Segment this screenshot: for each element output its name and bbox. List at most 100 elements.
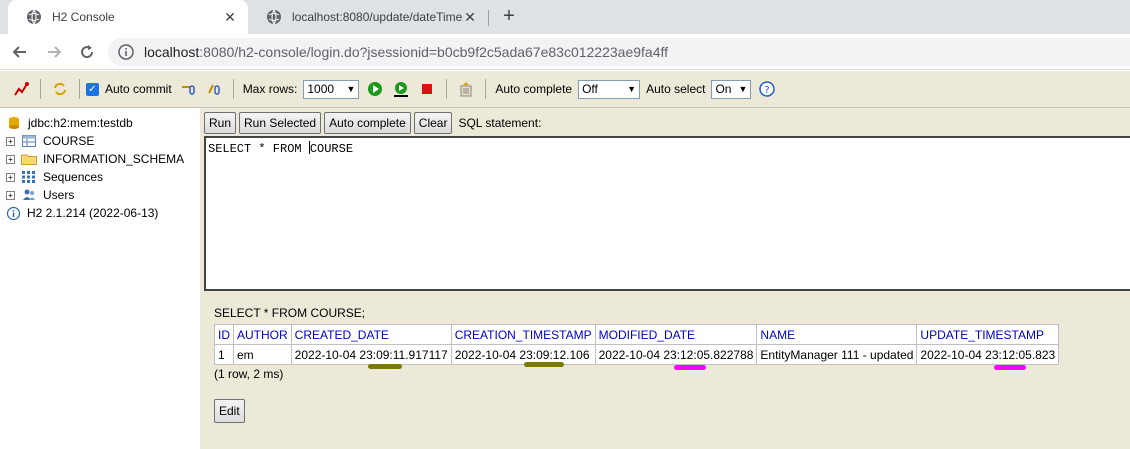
url-host: localhost [144, 44, 200, 60]
rollback-icon[interactable] [179, 80, 197, 98]
url-field[interactable]: localhost:8080/h2-console/login.do?jsess… [108, 38, 1130, 66]
commit-icon[interactable] [205, 80, 223, 98]
run-button[interactable]: Run [204, 112, 237, 134]
tree-version: H2 2.1.214 (2022-06-13) [6, 204, 194, 222]
help-icon[interactable]: ? [758, 80, 776, 98]
site-info-icon[interactable] [118, 44, 134, 60]
chevron-down-icon: ▼ [627, 84, 637, 94]
svg-text:?: ? [765, 85, 770, 96]
run-selected-button[interactable]: Run Selected [239, 112, 322, 134]
tab-h2-console[interactable]: H2 Console ✕ [8, 0, 248, 34]
stop-icon[interactable] [418, 80, 436, 98]
refresh-icon[interactable] [51, 80, 69, 98]
query-button-row: Run Run Selected Auto complete Clear SQL… [204, 112, 541, 134]
url-path: :8080/h2-console/login.do?jsessionid=b0c… [199, 44, 669, 60]
tree-item-sequences[interactable]: + Sequences [6, 168, 194, 186]
schema-tree: jdbc:h2:mem:testdb + COURSE + INFORMATIO… [0, 108, 200, 449]
sql-text-rest: COURSE [309, 142, 354, 156]
auto-commit-label: Auto commit [105, 82, 172, 96]
chevron-down-icon: ▼ [738, 84, 748, 94]
edit-button[interactable]: Edit [214, 399, 245, 423]
toolbar-separator [79, 79, 80, 99]
expand-icon[interactable]: + [6, 154, 15, 164]
column-header[interactable]: MODIFIED_DATE [594, 324, 758, 345]
tree-item-label: INFORMATION_SCHEMA [43, 152, 185, 166]
column-header[interactable]: AUTHOR [233, 324, 292, 345]
table-cell: em [233, 344, 292, 365]
sequences-icon [21, 170, 37, 184]
close-tab-icon[interactable]: ✕ [222, 9, 238, 25]
table-icon [21, 134, 37, 148]
query-panel: Run Run Selected Auto complete Clear SQL… [204, 108, 1130, 294]
database-icon [6, 116, 22, 130]
auto-complete-button[interactable]: Auto complete [324, 112, 411, 134]
table-cell: 2022-10-04 23:12:05.823 [916, 344, 1060, 365]
table-cell: 2022-10-04 23:12:05.822788 [594, 344, 758, 365]
close-tab-icon[interactable]: ✕ [462, 9, 478, 25]
max-rows-select[interactable]: 1000 ▼ [303, 79, 360, 99]
result-sql: SELECT * FROM COURSE; [214, 306, 366, 320]
tree-item-information-schema[interactable]: + INFORMATION_SCHEMA [6, 150, 194, 168]
sql-editor[interactable]: SELECT * FROM COURSE [204, 136, 1130, 291]
chevron-down-icon: ▼ [346, 84, 356, 94]
auto-select-value: On [715, 82, 732, 96]
max-rows-value: 1000 [307, 82, 335, 96]
highlight-mark [524, 362, 564, 367]
toolbar-separator [485, 79, 487, 99]
back-arrow-icon [12, 46, 26, 58]
back-button[interactable] [8, 40, 32, 64]
auto-commit-checkbox[interactable]: ✓ [86, 82, 99, 96]
clear-button[interactable]: Clear [413, 112, 453, 134]
new-tab-button[interactable]: + [498, 6, 520, 28]
folder-icon [21, 152, 37, 166]
column-header[interactable]: CREATED_DATE [290, 324, 452, 345]
table-row: 1 em 2022-10-04 23:09:11.917117 2022-10-… [214, 344, 1060, 365]
tree-item-users[interactable]: + Users [6, 186, 194, 204]
expand-icon[interactable]: + [6, 190, 15, 200]
address-bar: localhost:8080/h2-console/login.do?jsess… [0, 34, 1130, 70]
globe-icon [266, 9, 282, 25]
tab-update-datetime[interactable]: localhost:8080/update/dateTime ✕ [248, 0, 488, 34]
forward-button[interactable] [42, 40, 66, 64]
column-header[interactable]: ID [214, 324, 234, 345]
toolbar-separator [446, 79, 448, 99]
version-label: H2 2.1.214 (2022-06-13) [27, 206, 159, 220]
highlight-mark [994, 365, 1026, 370]
expand-icon[interactable]: + [6, 172, 15, 182]
tree-item-label: Sequences [43, 170, 104, 184]
history-icon[interactable] [457, 80, 475, 98]
browser-tab-strip: H2 Console ✕ localhost:8080/update/dateT… [0, 0, 1130, 34]
info-icon [5, 206, 21, 220]
reload-button[interactable] [75, 40, 99, 64]
tab-title: H2 Console [52, 10, 115, 24]
tree-connection[interactable]: jdbc:h2:mem:testdb [6, 114, 194, 132]
table-cell: 2022-10-04 23:09:11.917117 [290, 344, 452, 365]
column-header[interactable]: UPDATE_TIMESTAMP [916, 324, 1060, 345]
column-header[interactable]: NAME [756, 324, 918, 345]
max-rows-label: Max rows: [242, 82, 298, 96]
run-selected-icon[interactable] [392, 80, 410, 98]
auto-select-select[interactable]: On ▼ [711, 79, 752, 99]
connection-label: jdbc:h2:mem:testdb [28, 116, 133, 130]
disconnect-icon[interactable] [12, 80, 30, 98]
tab-title: localhost:8080/update/dateTime [292, 10, 462, 24]
auto-complete-select[interactable]: Off ▼ [578, 79, 641, 99]
tree-item-course[interactable]: + COURSE [6, 132, 194, 150]
auto-select-label: Auto select [646, 82, 706, 96]
highlight-mark [674, 365, 706, 370]
toolbar-separator [40, 79, 41, 99]
users-icon [21, 188, 37, 202]
h2-toolbar: ✓ Auto commit Max rows: 1000 ▼ Auto compl… [0, 71, 1130, 108]
result-info: (1 row, 2 ms) [214, 367, 284, 381]
globe-icon [26, 9, 42, 25]
tree-item-label: COURSE [43, 134, 95, 148]
result-table: ID AUTHOR CREATED_DATE CREATION_TIMESTAM… [214, 324, 1060, 365]
column-header[interactable]: CREATION_TIMESTAMP [450, 324, 596, 345]
auto-complete-value: Off [582, 82, 598, 96]
result-header-row: ID AUTHOR CREATED_DATE CREATION_TIMESTAM… [214, 324, 1060, 345]
sql-text: SELECT * FROM [208, 142, 309, 156]
highlight-mark [368, 364, 402, 369]
toolbar-separator [232, 79, 234, 99]
expand-icon[interactable]: + [6, 136, 15, 146]
run-icon[interactable] [366, 80, 384, 98]
